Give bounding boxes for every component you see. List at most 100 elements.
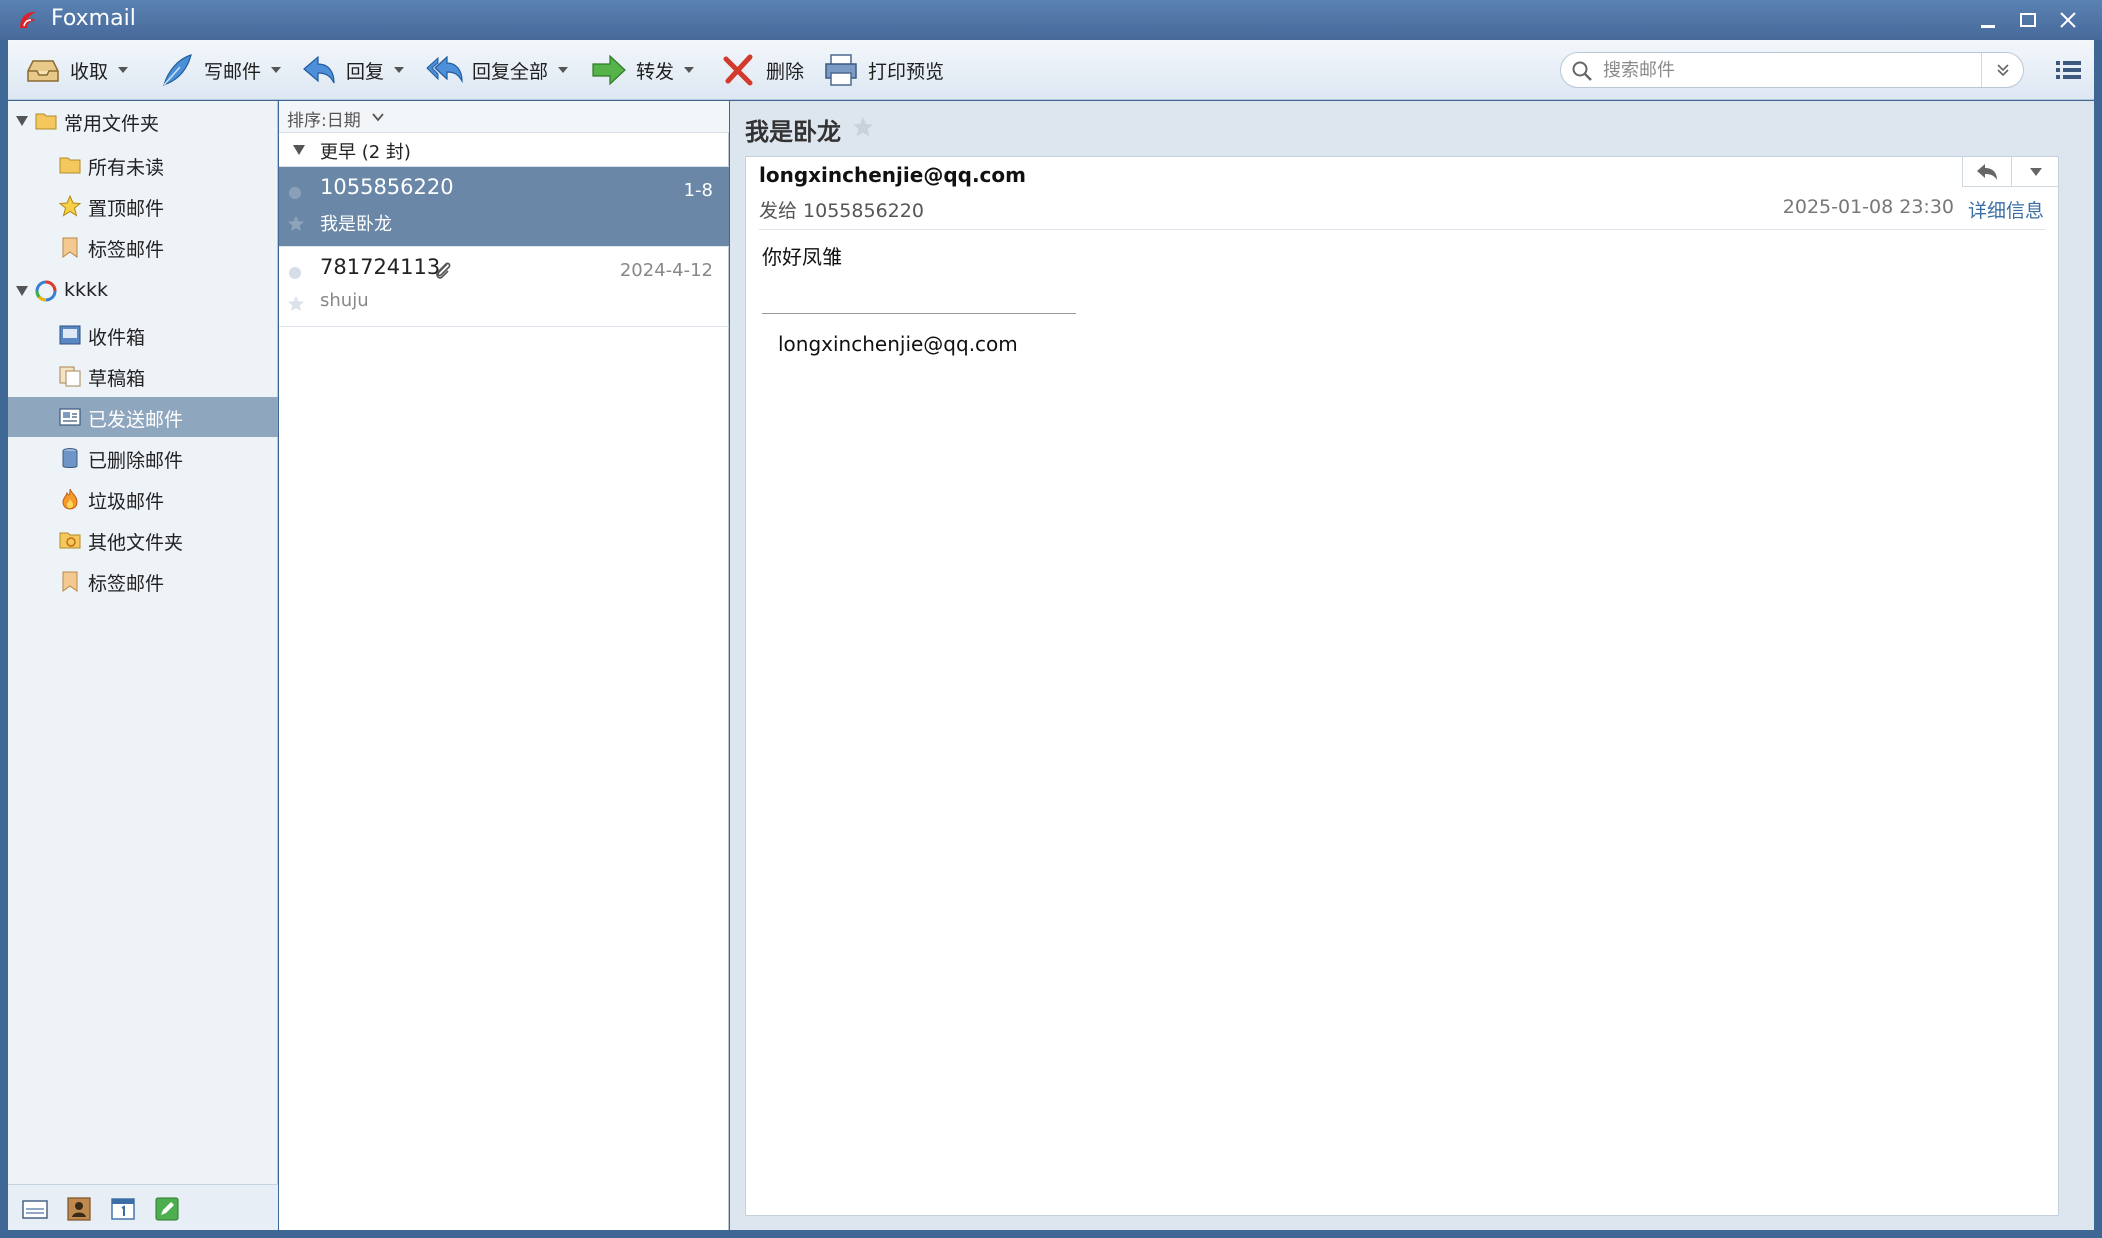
star-icon	[58, 194, 82, 217]
folder-sent[interactable]: 已发送邮件	[8, 397, 278, 437]
quick-reply-button[interactable]	[1963, 157, 2011, 187]
reply-all-button[interactable]: 回复全部	[426, 40, 570, 100]
folder-all-unread[interactable]: 所有未读	[8, 145, 278, 185]
message-subject: shuju	[320, 290, 369, 311]
chevron-down-icon[interactable]	[269, 65, 283, 75]
chevron-down-icon[interactable]	[392, 65, 406, 75]
reply-all-arrow-icon	[426, 51, 464, 89]
folder-label: 收件箱	[88, 327, 146, 349]
chevron-down-icon[interactable]	[556, 65, 570, 75]
folder-junk[interactable]: 垃圾邮件	[8, 479, 278, 519]
folder-pinned[interactable]: 置顶邮件	[8, 186, 278, 226]
search-input[interactable]	[1603, 57, 1933, 83]
account-label: kkkk	[64, 279, 109, 301]
fire-icon	[62, 488, 78, 510]
paperclip-icon	[436, 262, 451, 279]
maximize-button[interactable]	[2012, 6, 2044, 34]
reply-all-label: 回复全部	[472, 60, 549, 83]
notes-icon[interactable]	[154, 1197, 180, 1221]
folder-other[interactable]: 其他文件夹	[8, 520, 278, 560]
mail-module-icon[interactable]	[22, 1197, 48, 1221]
folder-icon	[35, 113, 57, 130]
sort-bar[interactable]: 排序:日期	[279, 101, 729, 133]
email-from[interactable]: longxinchenjie@qq.com	[759, 163, 1026, 187]
folder-pane: 常用文件夹 所有未读 置顶邮件 标签邮件 kkkk 收件箱 草稿箱 已发送邮件 …	[8, 101, 278, 1230]
search-options-button[interactable]	[1981, 53, 2023, 87]
sort-label[interactable]: 排序:日期	[287, 106, 361, 131]
message-sender: 1055856220	[320, 175, 454, 199]
printer-icon	[822, 51, 860, 89]
title-bar: Foxmail	[0, 0, 2102, 40]
drafts-icon	[59, 366, 81, 387]
forward-arrow-icon	[590, 51, 628, 89]
email-signature: longxinchenjie@qq.com	[778, 332, 1018, 356]
window-title: Foxmail	[51, 6, 136, 31]
folder-label: 置顶邮件	[88, 198, 165, 220]
folder-label: 已发送邮件	[88, 409, 184, 431]
tag-bookmark-icon	[62, 571, 78, 592]
header-divider	[759, 229, 2045, 230]
search-box[interactable]	[1560, 52, 2024, 88]
calendar-icon[interactable]	[110, 1197, 136, 1221]
folder-drafts[interactable]: 草稿箱	[8, 356, 278, 396]
chevron-down-icon[interactable]	[116, 65, 130, 75]
main-menu-button[interactable]	[2052, 54, 2084, 86]
star-icon[interactable]	[287, 295, 305, 313]
folder-sync-icon	[59, 532, 81, 549]
double-chevron-down-icon	[1996, 64, 2009, 77]
contacts-icon[interactable]	[66, 1197, 92, 1221]
chevron-down-icon[interactable]	[371, 111, 385, 123]
folder-tagged-account[interactable]: 标签邮件	[8, 561, 278, 601]
close-button[interactable]	[2052, 6, 2084, 34]
star-icon[interactable]	[287, 215, 305, 233]
email-to: 发给 1055856220	[759, 200, 924, 222]
tag-bookmark-icon	[62, 237, 78, 258]
message-date: 2024-4-12	[619, 260, 713, 281]
unread-dot-icon[interactable]	[289, 187, 301, 199]
receive-button[interactable]: 收取	[24, 40, 130, 100]
foxmail-logo-icon	[16, 8, 40, 32]
message-sender: 781724113	[320, 255, 441, 279]
email-card: longxinchenjie@qq.com 发给 1055856220 2025…	[745, 156, 2059, 1216]
forward-button[interactable]: 转发	[590, 40, 696, 100]
compose-label: 写邮件	[204, 60, 262, 83]
folder-tagged[interactable]: 标签邮件	[8, 227, 278, 267]
chevron-down-icon	[2029, 168, 2042, 176]
inbox-icon	[59, 325, 81, 345]
folder-group-common[interactable]: 常用文件夹	[8, 101, 278, 141]
reading-pane: 我是卧龙 longxinchenjie@qq.com 发给 1055856220…	[730, 101, 2094, 1230]
message-group-earlier[interactable]: 更早 (2 封)	[279, 133, 729, 167]
expand-triangle-icon[interactable]	[14, 284, 30, 298]
message-item[interactable]: 1055856220 1-8 我是卧龙	[279, 167, 729, 247]
email-body: 你好凤雏	[762, 245, 842, 269]
expand-triangle-icon[interactable]	[291, 144, 307, 156]
folder-inbox[interactable]: 收件箱	[8, 315, 278, 355]
expand-triangle-icon[interactable]	[14, 114, 30, 128]
unread-dot-icon[interactable]	[289, 267, 301, 279]
more-actions-button[interactable]	[2011, 157, 2059, 187]
reply-arrow-icon	[1977, 164, 1997, 180]
delete-button[interactable]: 删除	[720, 40, 804, 100]
folder-label: 已删除邮件	[88, 450, 184, 472]
account-kkkk[interactable]: kkkk	[8, 271, 278, 311]
detail-info-link[interactable]: 详细信息	[1968, 196, 2044, 223]
delete-label: 删除	[766, 60, 805, 83]
window-frame-right	[2094, 40, 2102, 1238]
message-item[interactable]: 781724113 2024-4-12 shuju	[279, 247, 729, 327]
email-actions	[1962, 157, 2058, 187]
folder-deleted[interactable]: 已删除邮件	[8, 438, 278, 478]
group-label: 更早 (2 封)	[320, 142, 411, 163]
module-switcher	[8, 1184, 278, 1230]
reply-button[interactable]: 回复	[300, 40, 406, 100]
forward-label: 转发	[636, 60, 675, 83]
reply-label: 回复	[346, 60, 385, 83]
chevron-down-icon[interactable]	[682, 65, 696, 75]
signature-divider	[762, 313, 1076, 314]
minimize-button[interactable]	[1972, 6, 2004, 34]
inbox-tray-icon	[24, 51, 62, 89]
star-icon[interactable]	[851, 115, 875, 139]
folder-label: 所有未读	[88, 157, 165, 179]
compose-button[interactable]: 写邮件	[158, 40, 283, 100]
print-preview-button[interactable]: 打印预览	[822, 40, 944, 100]
message-date: 1-8	[683, 180, 713, 201]
